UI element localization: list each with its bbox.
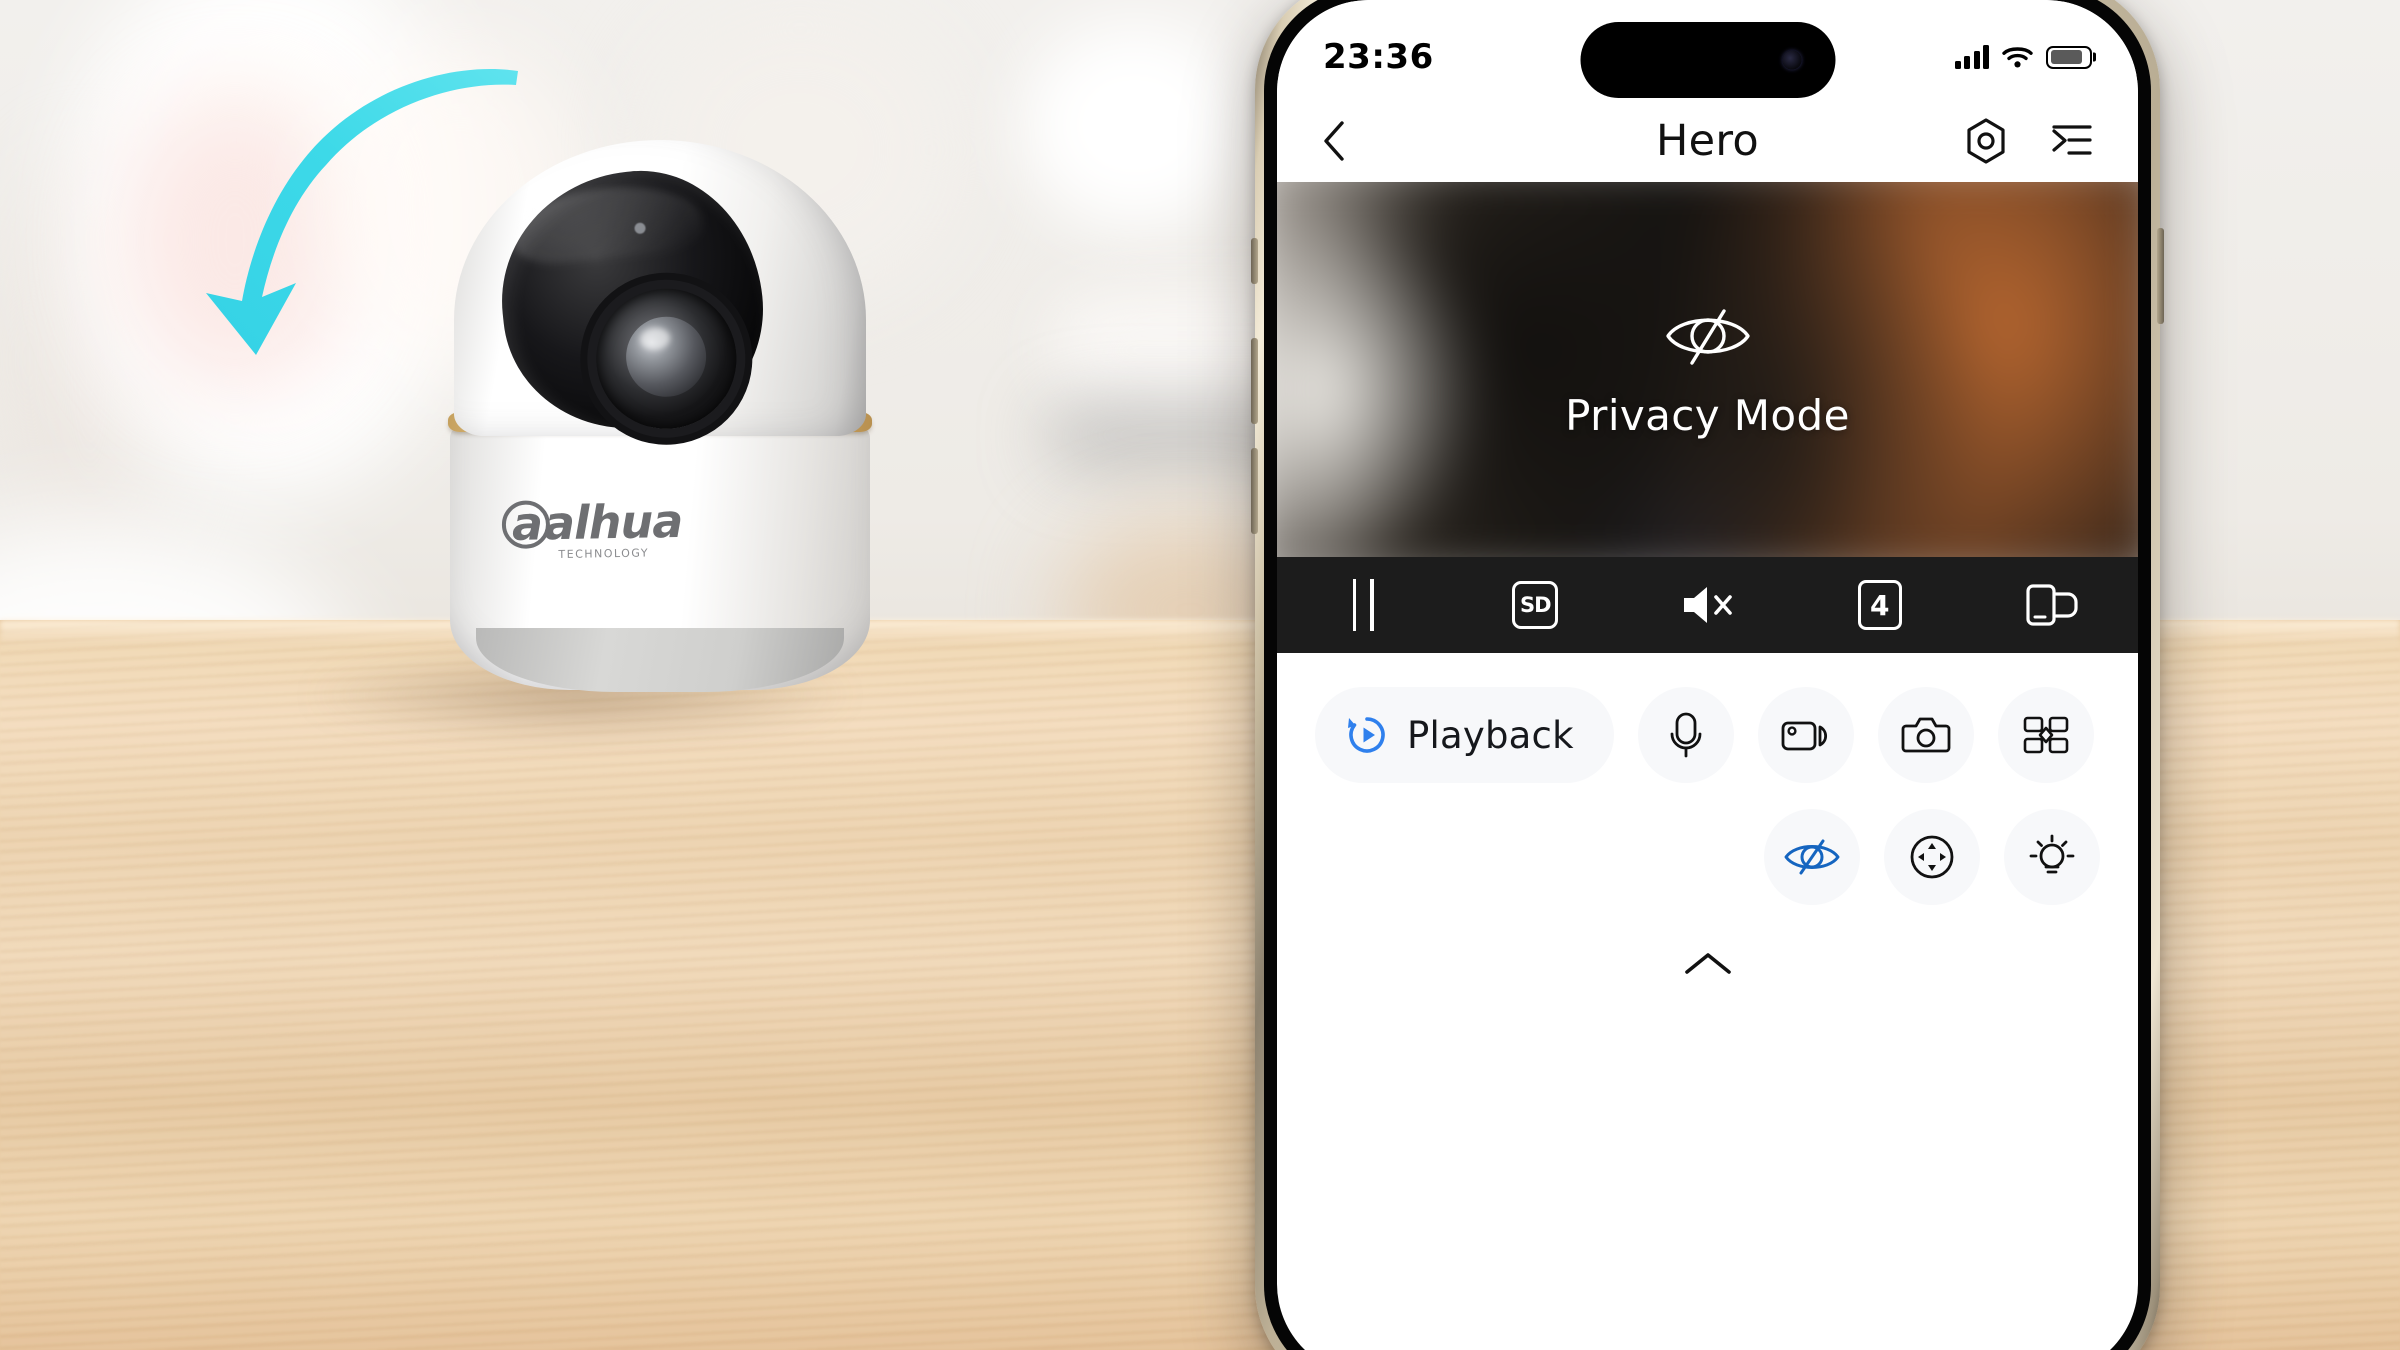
- bokeh-lamp-light: [1020, 20, 1250, 230]
- talk-button[interactable]: [1637, 687, 1734, 783]
- grid-focus-icon: [2023, 716, 2069, 754]
- app-nav-bar: Hero: [1277, 100, 2138, 182]
- chevron-up-icon: [1684, 953, 1731, 974]
- smartphone-mockup: 23:36 Hero Privacy Mode SD 4 Playback: [1251, 0, 2164, 1350]
- action-row-secondary: [1315, 809, 2100, 905]
- microphone-icon: [1670, 712, 1702, 758]
- cellular-signal-icon: [1954, 45, 1989, 69]
- camera-lens-glass: [622, 312, 711, 401]
- camera-icon: [1901, 717, 1951, 753]
- status-bar: 23:36: [1277, 0, 2138, 100]
- record-button[interactable]: [1757, 687, 1854, 783]
- eye-off-icon: [1665, 309, 1750, 365]
- front-camera-icon: [1782, 50, 1801, 70]
- action-panel: Playback: [1277, 653, 2138, 979]
- phone-screen: 23:36 Hero Privacy Mode SD 4 Playback: [1277, 0, 2138, 1350]
- privacy-overlay: Privacy Mode: [1277, 182, 2138, 557]
- live-video-view[interactable]: Privacy Mode: [1277, 182, 2138, 557]
- eye-off-icon: [1784, 839, 1840, 875]
- action-row-primary: Playback: [1315, 687, 2100, 783]
- light-bulb-icon: [2029, 834, 2075, 874]
- snapshot-button[interactable]: [1877, 687, 1974, 783]
- privacy-mode-button[interactable]: [1764, 809, 1860, 905]
- menu-button[interactable]: [2050, 119, 2094, 163]
- list-menu-icon: [2052, 125, 2092, 155]
- playback-label: Playback: [1407, 713, 1574, 757]
- pause-icon: [1352, 579, 1374, 631]
- sd-quality-icon: SD: [1512, 581, 1559, 629]
- camera-lens-module: [489, 159, 775, 441]
- mute-switch[interactable]: [1251, 238, 1258, 284]
- hexagon-settings-icon: [1967, 118, 2005, 164]
- split-view-button[interactable]: 4: [1794, 580, 1966, 630]
- power-button[interactable]: [2157, 228, 2164, 324]
- playback-button[interactable]: Playback: [1315, 687, 1614, 783]
- brand-logo-text: alhua: [543, 493, 683, 551]
- ptz-control-button[interactable]: [1884, 809, 1980, 905]
- camera-pan-head: [454, 140, 866, 441]
- dahua-security-camera: aalhua TECHNOLOGY: [430, 130, 900, 692]
- status-indicators: [1954, 45, 2092, 69]
- pause-button[interactable]: [1277, 579, 1449, 631]
- video-control-bar: SD 4: [1277, 557, 2138, 653]
- playback-rewind-icon: [1348, 717, 1385, 753]
- status-clock: 23:36: [1323, 37, 1434, 77]
- video-camera-icon: [1781, 721, 1827, 751]
- privacy-mode-label: Privacy Mode: [1565, 391, 1850, 440]
- camera-lens-ring: [589, 281, 744, 436]
- directional-pad-icon: [1910, 835, 1954, 879]
- volume-up-button[interactable]: [1251, 338, 1258, 424]
- volume-down-button[interactable]: [1251, 448, 1258, 534]
- rotate-screen-icon: [2026, 584, 2078, 626]
- grid-count-icon: 4: [1857, 580, 1902, 630]
- brand-logo: aalhua TECHNOLOGY: [509, 493, 725, 562]
- collapse-panel-button[interactable]: [1315, 931, 2100, 979]
- dynamic-island: [1580, 22, 1835, 98]
- battery-icon: [2046, 45, 2092, 69]
- device-settings-button[interactable]: [1964, 117, 2008, 165]
- light-button[interactable]: [2004, 809, 2100, 905]
- quality-button[interactable]: SD: [1449, 581, 1621, 629]
- mute-button[interactable]: [1621, 580, 1793, 630]
- speaker-mute-icon: [1683, 587, 1732, 623]
- ptz-preset-button[interactable]: [1997, 687, 2094, 783]
- wifi-icon: [2002, 47, 2033, 68]
- ir-sensor-dot: [634, 222, 647, 235]
- fullscreen-button[interactable]: [1966, 580, 2138, 630]
